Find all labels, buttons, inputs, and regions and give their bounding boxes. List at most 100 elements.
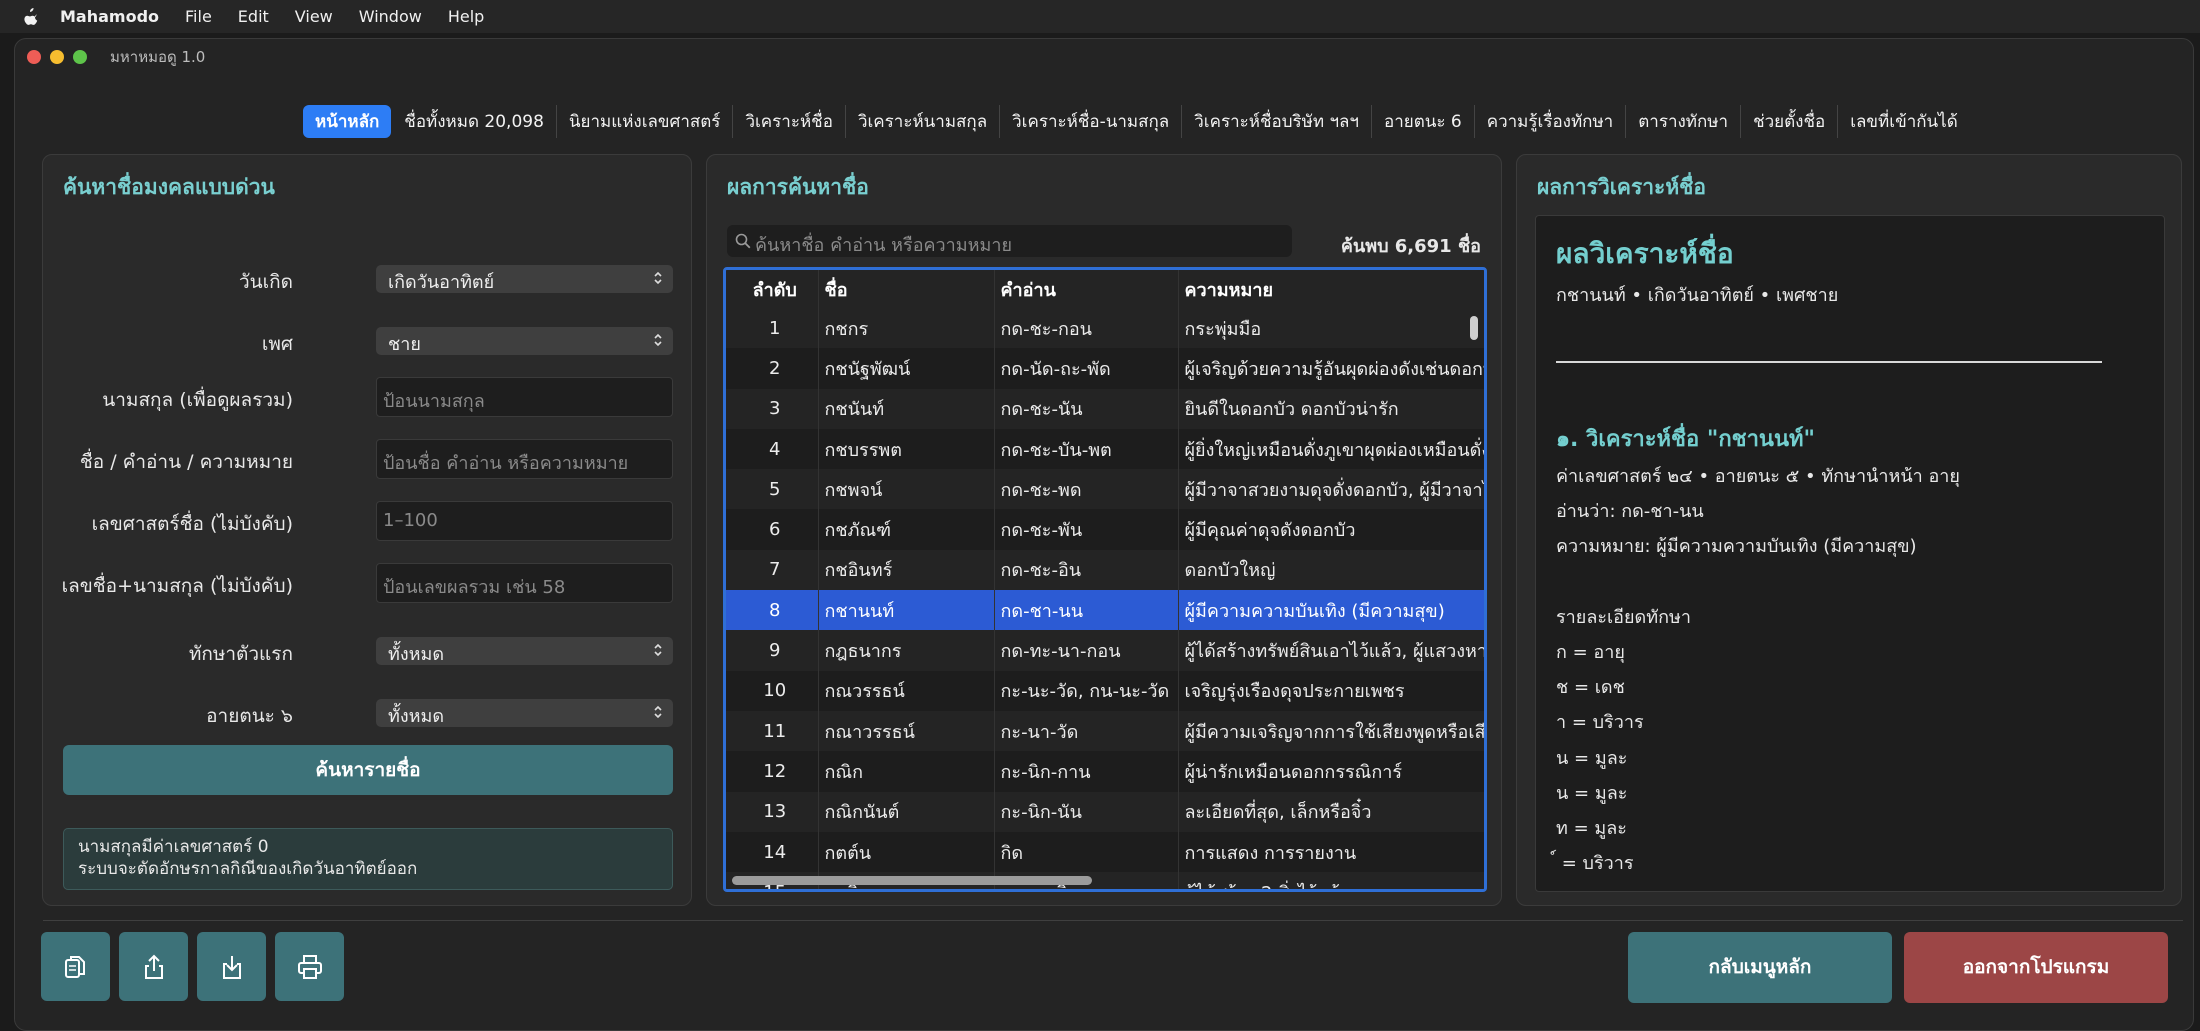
column-header-meaning[interactable]: ความหมาย: [1178, 270, 1484, 308]
tab-bar: หน้าหลัก ชื่อทั้งหมด 20,098 นิยามแห่งเลข…: [303, 104, 1970, 138]
tab-taksa-knowledge[interactable]: ความรู้เรื่องทักษา: [1475, 104, 1627, 138]
analysis-reading-line: อ่านว่า: กด-ชา-นน: [1556, 501, 1704, 522]
fullname-number-input[interactable]: ป้อนเลขผลรวม เช่น 58: [376, 563, 673, 603]
cell-reading: กะ-นา-วัด: [994, 710, 1179, 752]
cell-reading: กด-ชา-นน: [994, 590, 1179, 631]
menu-bar: Mahamodo File Edit View Window Help: [0, 0, 2200, 33]
name-input[interactable]: ป้อนชื่อ คำอ่าน หรือความหมาย: [376, 439, 673, 479]
menu-help[interactable]: Help: [448, 7, 484, 26]
table-row[interactable]: 13 กณิกนันต์ กะ-นิก-นัน ละเอียดที่สุด, เล็ก…: [726, 791, 1484, 832]
cell-meaning: เจริญรุ่งเรืองดุจประกายเพชร: [1178, 670, 1484, 711]
table-row[interactable]: 12 กณิก กะ-นิก-กาน ผู้น่ารักเหมือนดอกกรรณิก…: [726, 751, 1484, 792]
apple-icon[interactable]: [22, 7, 38, 26]
ayatana-value: ทั้งหมด: [388, 706, 445, 727]
copy-icon: [64, 955, 85, 978]
menu-window[interactable]: Window: [359, 7, 422, 26]
menu-view[interactable]: View: [295, 7, 333, 26]
taksa-value: ทั้งหมด: [388, 644, 445, 665]
tab-all-names[interactable]: ชื่อทั้งหมด 20,098: [392, 104, 557, 138]
tab-numerology-definition[interactable]: นิยามแห่งเลขศาสตร์: [557, 104, 734, 138]
table-row[interactable]: 5 กชพจน์ กด-ชะ-พด ผู้มีวาจาสวยงามดุจดั่งดอก…: [726, 469, 1484, 510]
surname-label: นามสกุล (เพื่อดูผลรวม): [102, 389, 293, 411]
search-names-button[interactable]: ค้นหารายชื่อ: [63, 745, 673, 795]
table-row[interactable]: 14 กตต์น กิด การแสดง การรายงาน: [726, 831, 1484, 873]
window-title: มหาหมอดู 1.0: [110, 48, 206, 66]
exit-program-button[interactable]: ออกจากโปรแกรม: [1904, 932, 2168, 1003]
cell-reading: กด-ชะ-บัน-พต: [994, 428, 1179, 470]
column-header-reading[interactable]: คำอ่าน: [994, 270, 1179, 308]
cell-reading: กด-นัด-ถะ-พัด: [994, 348, 1179, 389]
taksa-row: ทักษาตัวแรก ทั้งหมด: [43, 631, 693, 671]
table-row[interactable]: 4 กชบรรพต กด-ชะ-บัน-พต ผู้ยิ่งใหญ่เหมือนดั่…: [726, 428, 1484, 470]
menu-edit[interactable]: Edit: [238, 7, 269, 26]
results-search-input[interactable]: ค้นหาชื่อ คำอ่าน หรือความหมาย: [727, 225, 1292, 257]
cell-name: กชนันท์: [818, 388, 995, 429]
download-button[interactable]: [197, 932, 266, 1001]
column-header-index[interactable]: ลำดับ: [726, 270, 819, 308]
search-icon: [735, 233, 751, 249]
cell-meaning: ผู้ยิ่งใหญ่เหมือนดั่งภูเขาผุดผ่องเหมือนด…: [1178, 428, 1484, 470]
cell-meaning: ผู้เจริญด้วยความรู้อันผุดผ่องดังเช่นดอกบ…: [1178, 348, 1484, 389]
tab-taksa-table[interactable]: ตารางทักษา: [1626, 104, 1742, 138]
table-row[interactable]: 2 กชนัฐพัฒน์ กด-นัด-ถะ-พัด ผู้เจริญด้วยความ…: [726, 348, 1484, 389]
surname-input[interactable]: ป้อนนามสกุล: [376, 377, 673, 417]
print-icon: [297, 954, 322, 979]
close-window-button[interactable]: [27, 50, 41, 64]
column-header-name[interactable]: ชื่อ: [818, 270, 995, 308]
table-row[interactable]: 10 กณวรรธน์ กะ-นะ-วัด, กน-นะ-วัด เจริญรุ่งเ…: [726, 670, 1484, 711]
back-to-main-menu-button[interactable]: กลับเมนูหลัก: [1628, 932, 1892, 1003]
taksa-detail-item: า = บริวาร: [1556, 712, 1644, 733]
fullname-number-row: เลขชื่อ+นามสกุล (ไม่บังคับ) ป้อนเลขผลรวม…: [43, 563, 693, 603]
menu-file[interactable]: File: [185, 7, 212, 26]
table-row[interactable]: 1 กชกร กด-ชะ-กอน กระพุ่มมือ: [726, 308, 1484, 349]
fullname-number-label: เลขชื่อ+นามสกุล (ไม่บังคับ): [61, 575, 293, 597]
tab-analyze-surname[interactable]: วิเคราะห์นามสกุล: [846, 104, 1001, 138]
cell-meaning: ผู้ได้สร้าง 2 สิ่งไว้แล้ว: [1178, 872, 1484, 889]
tab-analyze-name[interactable]: วิเคราะห์ชื่อ: [733, 104, 846, 138]
tab-compatible-numbers[interactable]: เลขที่เข้ากันได้: [1838, 105, 1970, 138]
tab-home[interactable]: หน้าหลัก: [303, 104, 392, 138]
minimize-window-button[interactable]: [50, 50, 64, 64]
divider-line: [1556, 361, 2102, 363]
name-number-input[interactable]: 1–100: [376, 501, 673, 541]
table-row[interactable]: 9 กฎธนากร กด-ทะ-นา-กอน ผู้ได้สร้างทรัพย์สิน…: [726, 630, 1484, 671]
cell-meaning: ผู้มีวาจาสวยงามดุจดั่งดอกบัว, ผู้มีวาจาไ…: [1178, 469, 1484, 510]
cell-name: กชอินทร์: [818, 549, 995, 591]
cell-reading: กะ-นิก-กาน: [994, 751, 1179, 792]
tab-analyze-company[interactable]: วิเคราะห์ชื่อบริษัท ฯลฯ: [1182, 104, 1372, 138]
table-row[interactable]: 6 กชภัณฑ์ กด-ชะ-พัน ผู้มีคุณค่าดุจดังดอกบัว: [726, 509, 1484, 550]
birthday-select[interactable]: เกิดวันอาทิตย์: [376, 265, 673, 293]
copy-button[interactable]: [41, 932, 110, 1001]
table-row[interactable]: 3 กชนันท์ กด-ชะ-นัน ยินดีในดอกบัว ดอกบัวน่า…: [726, 388, 1484, 429]
gender-value: ชาย: [388, 334, 421, 355]
analysis-result-box: ผลวิเคราะห์ชื่อ กชานนท์ • เกิดวันอาทิตย์…: [1535, 215, 2165, 892]
analysis-panel: ผลการวิเคราะห์ชื่อ ผลวิเคราะห์ชื่อ กชานน…: [1516, 154, 2182, 906]
vertical-scrollbar[interactable]: [1470, 316, 1478, 340]
table-row[interactable]: 7 กชอินทร์ กด-ชะ-อิน ดอกบัวใหญ่: [726, 549, 1484, 591]
menu-app-name[interactable]: Mahamodo: [60, 7, 159, 26]
taksa-label: ทักษาตัวแรก: [188, 643, 293, 665]
info-message: นามสกุลมีค่าเลขศาสตร์ 0 ระบบจะตัดอักษรกา…: [63, 828, 673, 890]
tab-analyze-fullname[interactable]: วิเคราะห์ชื่อ-นามสกุล: [1000, 104, 1183, 138]
analysis-panel-title: ผลการวิเคราะห์ชื่อ: [1537, 175, 1707, 199]
tab-name-helper[interactable]: ช่วยตั้งชื่อ: [1741, 104, 1839, 138]
cell-meaning: การแสดง การรายงาน: [1178, 831, 1484, 873]
table-row-selected[interactable]: 8 กชานนท์ กด-ชา-นน ผู้มีความความบันเทิง (มี…: [726, 590, 1484, 631]
zoom-window-button[interactable]: [73, 50, 87, 64]
ayatana-select[interactable]: ทั้งหมด: [376, 699, 673, 727]
taksa-detail-item: ์ = บริวาร: [1556, 853, 1634, 874]
cell-reading: กด-ชะ-พด: [994, 469, 1179, 510]
share-button[interactable]: [119, 932, 188, 1001]
results-table[interactable]: ลำดับ ชื่อ คำอ่าน ความหมาย 1 กชกร กด-ชะ-กอ…: [723, 267, 1487, 892]
print-button[interactable]: [275, 932, 344, 1001]
tab-ayatana[interactable]: อายตนะ 6: [1372, 104, 1475, 138]
taksa-select[interactable]: ทั้งหมด: [376, 637, 673, 665]
cell-name: กณวรรธน์: [818, 670, 995, 711]
cell-name: กชบรรพต: [818, 428, 995, 470]
table-row[interactable]: 11 กณาวรรธน์ กะ-นา-วัด ผู้มีความเจริญจากการ…: [726, 710, 1484, 752]
gender-select[interactable]: ชาย: [376, 327, 673, 355]
name-number-row: เลขศาสตร์ชื่อ (ไม่บังคับ) 1–100: [43, 501, 693, 541]
horizontal-scrollbar[interactable]: [732, 876, 1092, 885]
cell-name: กณาวรรธน์: [818, 710, 995, 752]
cell-reading: กิด: [994, 831, 1179, 873]
